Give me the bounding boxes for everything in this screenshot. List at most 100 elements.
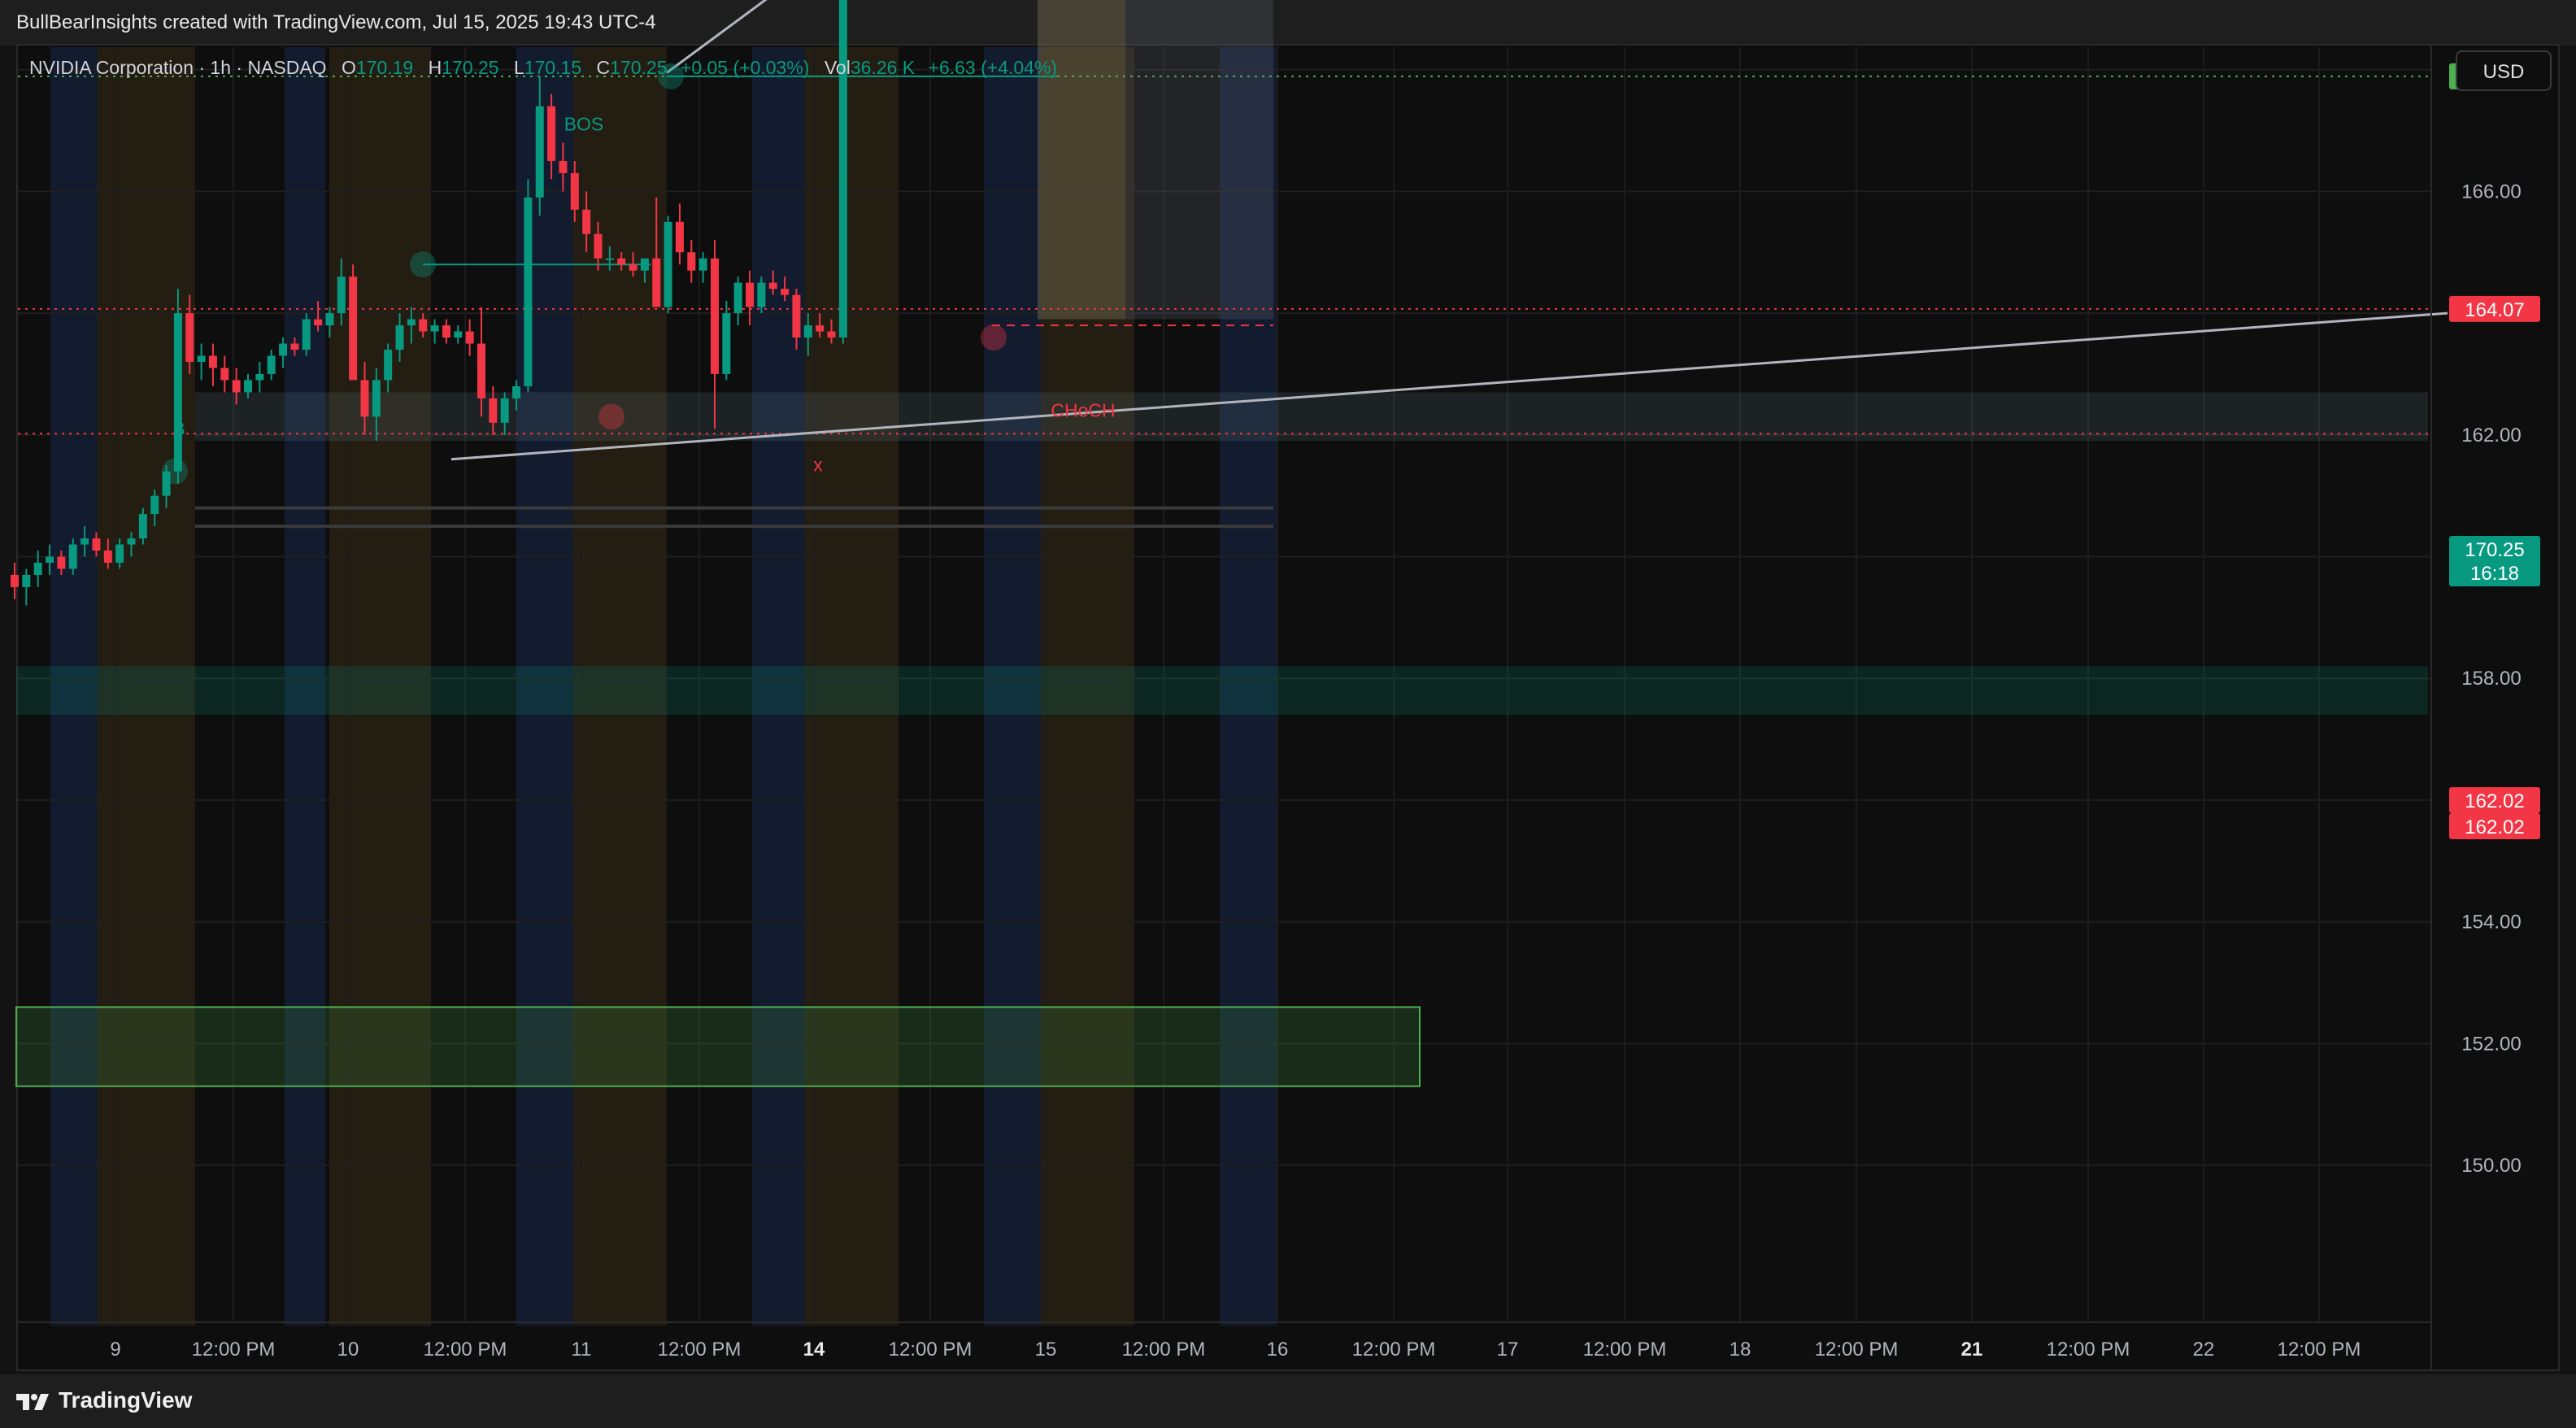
- change-value: +0.05 (+0.03%): [680, 57, 810, 78]
- candle-body: [138, 514, 147, 539]
- candle-body: [92, 538, 101, 551]
- candle-body: [711, 258, 719, 374]
- price-tick-label: 154.00: [2461, 912, 2521, 934]
- price-tick-label: 152.00: [2461, 1033, 2521, 1055]
- candle-body: [162, 471, 171, 496]
- candle-body: [349, 276, 358, 381]
- candle-body: [640, 258, 649, 271]
- candle-body: [687, 252, 696, 271]
- candle-body: [675, 221, 684, 253]
- pivot-marker: [410, 251, 436, 278]
- time-tick-label: 22: [2193, 1339, 2215, 1361]
- price-label-countdown: 16:18: [2470, 563, 2519, 585]
- time-tick-label: 9: [110, 1339, 120, 1361]
- symbol-name[interactable]: NVIDIA Corporation · 1h · NASDAQ: [29, 57, 327, 78]
- pivot-marker: [981, 324, 1007, 351]
- candle-body: [150, 495, 159, 515]
- candle-body: [792, 294, 801, 338]
- candle-body: [722, 313, 731, 374]
- candle-body: [559, 160, 568, 173]
- candle-body: [395, 325, 404, 350]
- currency-button[interactable]: USD: [2456, 50, 2552, 91]
- low-label: L: [513, 57, 524, 78]
- price-tick-label: 166.00: [2461, 181, 2521, 202]
- pivot-marker: [598, 403, 624, 430]
- candle-body: [407, 319, 416, 326]
- candle-body: [594, 233, 603, 259]
- candle-body: [652, 258, 661, 307]
- brand-name: TradingView: [59, 1387, 193, 1413]
- candle-body: [605, 258, 614, 260]
- candle-body: [442, 325, 450, 338]
- candle-body: [197, 355, 206, 362]
- time-tick-label: 12:00 PM: [2278, 1339, 2361, 1361]
- time-tick-label: 14: [803, 1339, 825, 1361]
- candle-body: [173, 313, 182, 472]
- candle-body: [208, 355, 217, 368]
- structure-label: CHoCH: [1051, 399, 1115, 420]
- price-tick-label: 158.00: [2461, 668, 2521, 690]
- candle-body: [46, 556, 54, 563]
- candle-body: [664, 221, 672, 307]
- candle-body: [57, 556, 66, 569]
- candle-body: [430, 325, 439, 332]
- time-tick-label: 15: [1035, 1339, 1057, 1361]
- close-label: C: [596, 57, 611, 78]
- candle-body: [733, 282, 742, 314]
- chart-canvas[interactable]: BOSBOSBOSCHoCHxB150.00152.00154.00156.00…: [0, 0, 2576, 1428]
- structure-label: BOS: [797, 0, 837, 1]
- structure-label: BOS: [564, 114, 604, 135]
- volume-label: Vol: [824, 57, 851, 78]
- brand-logo[interactable]: TradingView: [16, 1387, 192, 1413]
- candle-body: [535, 106, 544, 198]
- candle-body: [290, 343, 299, 350]
- candle-body: [803, 325, 812, 338]
- candle-body: [524, 197, 533, 386]
- price-label-text: 170.25: [2465, 539, 2524, 561]
- time-tick-label: 10: [337, 1339, 359, 1361]
- candle-body: [279, 343, 288, 356]
- structure-label: B: [172, 418, 185, 439]
- volume-change: +6.63 (+4.04%): [928, 57, 1058, 78]
- time-tick-label: 12:00 PM: [2047, 1339, 2130, 1361]
- candle-body: [570, 172, 579, 210]
- candle-body: [68, 544, 77, 569]
- candle-body: [489, 398, 498, 423]
- candle-body: [232, 380, 241, 393]
- candle-body: [454, 331, 463, 338]
- candle-body: [582, 209, 591, 234]
- candle-body: [547, 106, 556, 161]
- range-box: [1038, 0, 1125, 320]
- candle-body: [302, 319, 311, 350]
- candle-body: [22, 574, 31, 587]
- candle-body: [477, 343, 485, 398]
- candle-body: [11, 574, 19, 587]
- fvg-zone: [195, 392, 2428, 442]
- high-value: 170.25: [442, 57, 499, 78]
- candle-body: [816, 325, 825, 332]
- time-tick-label: 21: [1961, 1339, 1983, 1361]
- candle-body: [255, 373, 264, 381]
- candle-body: [384, 350, 393, 381]
- candle-body: [781, 289, 790, 295]
- candle-body: [746, 282, 755, 307]
- structure-label: x: [813, 455, 823, 476]
- candle-body: [500, 398, 509, 423]
- time-tick-label: 12:00 PM: [658, 1339, 742, 1361]
- time-tick-label: 11: [572, 1339, 592, 1361]
- time-tick-label: 12:00 PM: [889, 1339, 973, 1361]
- price-label-text: 162.02: [2465, 790, 2524, 812]
- price-tick-label: 162.00: [2461, 424, 2521, 446]
- price-label-text: 162.02: [2465, 816, 2524, 838]
- price-tick-label: 150.00: [2461, 1155, 2521, 1177]
- candle-body: [698, 258, 707, 271]
- time-tick-label: 12:00 PM: [1352, 1339, 1436, 1361]
- candle-body: [372, 380, 381, 417]
- candle-body: [757, 282, 766, 307]
- time-tick-label: 16: [1267, 1339, 1289, 1361]
- candle-body: [512, 385, 521, 398]
- time-tick-label: 12:00 PM: [1583, 1339, 1667, 1361]
- candle-body: [629, 264, 637, 271]
- time-tick-label: 12:00 PM: [1815, 1339, 1899, 1361]
- candle-body: [617, 258, 626, 265]
